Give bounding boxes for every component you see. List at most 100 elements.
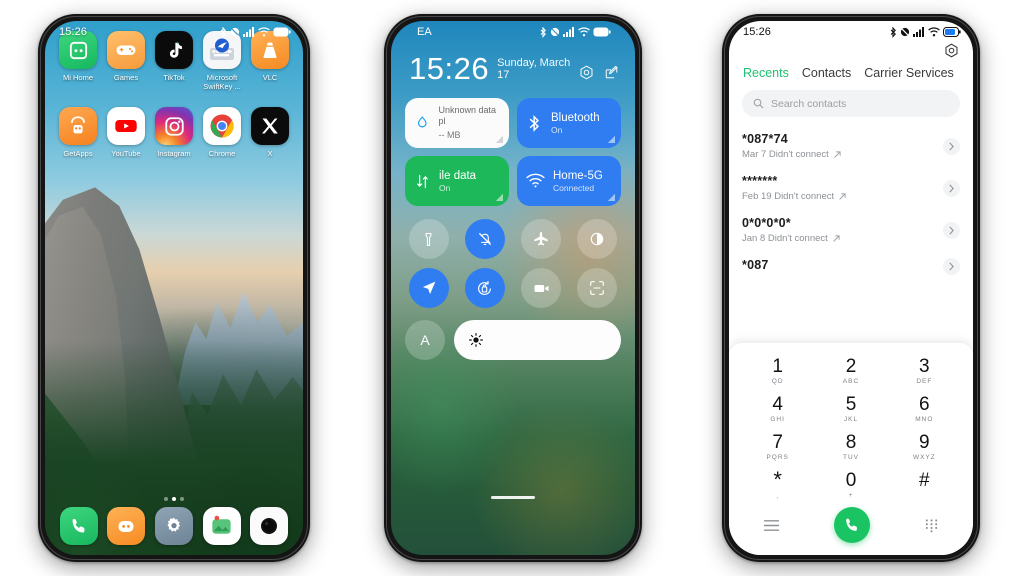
key-sub: GHI: [770, 415, 785, 423]
home-indicator[interactable]: [491, 496, 535, 499]
page-dot[interactable]: [180, 497, 184, 501]
toggle-airplane[interactable]: [521, 219, 562, 259]
tab-carrier-services[interactable]: Carrier Services: [864, 66, 954, 80]
page-dot[interactable]: [164, 497, 168, 501]
quick-tiles: Unknown data pl -- MB Bluetooth On ile d…: [403, 98, 623, 206]
phone3-status-bar: 15:26: [729, 21, 973, 41]
tile-mobile-data[interactable]: ile data On: [405, 156, 509, 206]
tile-sub: On: [439, 182, 451, 193]
status-icons: [220, 26, 291, 38]
header-actions: [579, 65, 619, 84]
app-label: Microsoft SwiftKey ...: [203, 73, 241, 91]
chevron-right-icon[interactable]: [943, 137, 960, 155]
toggle-flashlight[interactable]: [408, 219, 449, 259]
tile-wifi[interactable]: Home-5G Connected: [517, 156, 621, 206]
key-star[interactable]: *,: [741, 467, 814, 503]
dialpad-grid-icon[interactable]: [924, 518, 939, 533]
phone2-status-bar: EA: [403, 21, 623, 41]
youtube-icon: [107, 107, 145, 145]
key-6[interactable]: 6 MNO: [888, 391, 961, 427]
chevron-right-icon[interactable]: [943, 221, 960, 239]
toggle-location[interactable]: [408, 268, 449, 308]
chrome-icon: [203, 107, 241, 145]
dnd-mute-icon: [900, 27, 910, 37]
app-getapps[interactable]: GetApps: [55, 107, 101, 158]
app-label: YouTube: [111, 149, 141, 158]
phone1-screen: 15:26 Mi Home Games TikTok Microsoft Swi…: [45, 21, 303, 555]
tile-title: Bluetooth: [551, 111, 600, 124]
status-icons: [890, 26, 961, 38]
key-3[interactable]: 3 DEF: [888, 353, 961, 389]
expand-corner-icon[interactable]: [606, 134, 615, 143]
phone1-status-bar: 15:26: [45, 21, 303, 41]
call-log-row[interactable]: *087*74 Mar 7 Didn't connect: [729, 125, 973, 167]
auto-brightness-toggle[interactable]: A: [405, 320, 445, 360]
expand-corner-icon[interactable]: [494, 134, 503, 143]
tile-title: Home-5G: [553, 169, 603, 182]
dark-mode-icon: [591, 232, 604, 246]
app-label: GetApps: [63, 149, 93, 158]
key-9[interactable]: 9 WXYZ: [888, 429, 961, 465]
key-0[interactable]: 0 +: [814, 467, 887, 503]
key-digit: 5: [845, 393, 857, 415]
call-log-row[interactable]: ******* Feb 19 Didn't connect: [729, 167, 973, 209]
gallery-icon[interactable]: [202, 507, 241, 545]
camera-icon[interactable]: [250, 507, 289, 545]
page-dot-active[interactable]: [172, 497, 176, 501]
app-label: Instagram: [157, 149, 191, 158]
auto-rotate-icon: [478, 280, 492, 295]
call-button[interactable]: [834, 507, 870, 543]
toggle-auto-rotate[interactable]: [464, 268, 505, 308]
key-sub: TUV: [842, 453, 859, 461]
app-label: VLC: [262, 73, 278, 82]
call-log-row[interactable]: *087: [729, 251, 973, 282]
menu-lines-icon[interactable]: [763, 519, 780, 532]
expand-corner-icon[interactable]: [606, 192, 615, 201]
gear-icon[interactable]: [944, 43, 959, 58]
dialer-tabs: Recents Contacts Carrier Services: [729, 58, 973, 80]
key-2[interactable]: 2 ABC: [814, 353, 887, 389]
search-contacts-input[interactable]: Search contacts: [742, 90, 960, 117]
call-log-row[interactable]: 0*0*0*0* Jan 8 Didn't connect: [729, 209, 973, 251]
expand-corner-icon[interactable]: [494, 192, 503, 201]
tab-contacts[interactable]: Contacts: [802, 66, 851, 80]
phone-icon[interactable]: [59, 507, 98, 545]
key-digit: 3: [919, 355, 930, 377]
dock: [45, 507, 303, 545]
key-sub: WXYZ: [912, 453, 936, 461]
tile-data-plan[interactable]: Unknown data pl -- MB: [405, 98, 509, 148]
key-digit: 8: [845, 431, 857, 453]
status-time: 15:26: [743, 26, 772, 38]
brightness-slider[interactable]: [454, 320, 621, 360]
key-1[interactable]: 1 QD: [741, 353, 814, 389]
key-8[interactable]: 8 TUV: [814, 429, 887, 465]
key-4[interactable]: 4 GHI: [741, 391, 814, 427]
tile-sub: On: [551, 124, 563, 135]
key-7[interactable]: 7 PQRS: [741, 429, 814, 465]
chevron-right-icon[interactable]: [943, 179, 960, 197]
key-hash[interactable]: #: [888, 467, 961, 503]
edit-icon[interactable]: [604, 65, 619, 80]
dialpad-keys: 1 QD 2 ABC 3 DEF 4 GHI 5 JKL 6 MNO 7 PQRS 8 TUV …: [741, 353, 961, 503]
app-youtube[interactable]: YouTube: [103, 107, 149, 158]
app-instagram[interactable]: Instagram: [151, 107, 197, 158]
bluetooth-icon: [890, 26, 896, 38]
call-number: *******: [742, 174, 778, 188]
bluetooth-icon: [540, 26, 546, 38]
toggle-silent[interactable]: [464, 219, 505, 259]
key-5[interactable]: 5 JKL: [814, 391, 887, 427]
chevron-right-icon[interactable]: [943, 258, 960, 275]
browser-icon[interactable]: [107, 507, 146, 545]
tab-recents[interactable]: Recents: [743, 66, 789, 80]
tile-bluetooth[interactable]: Bluetooth On: [517, 98, 621, 148]
app-x-twitter[interactable]: X: [247, 107, 293, 158]
gear-icon[interactable]: [154, 507, 193, 545]
key-sub: QD: [771, 377, 784, 385]
app-chrome[interactable]: Chrome: [199, 107, 245, 158]
toggle-screen-record[interactable]: [521, 268, 562, 308]
key-digit: 0: [845, 469, 857, 491]
toggle-screenshot[interactable]: [577, 268, 618, 308]
location-icon: [422, 281, 435, 295]
settings-gear-icon[interactable]: [579, 65, 594, 80]
toggle-dark-mode[interactable]: [577, 219, 618, 259]
